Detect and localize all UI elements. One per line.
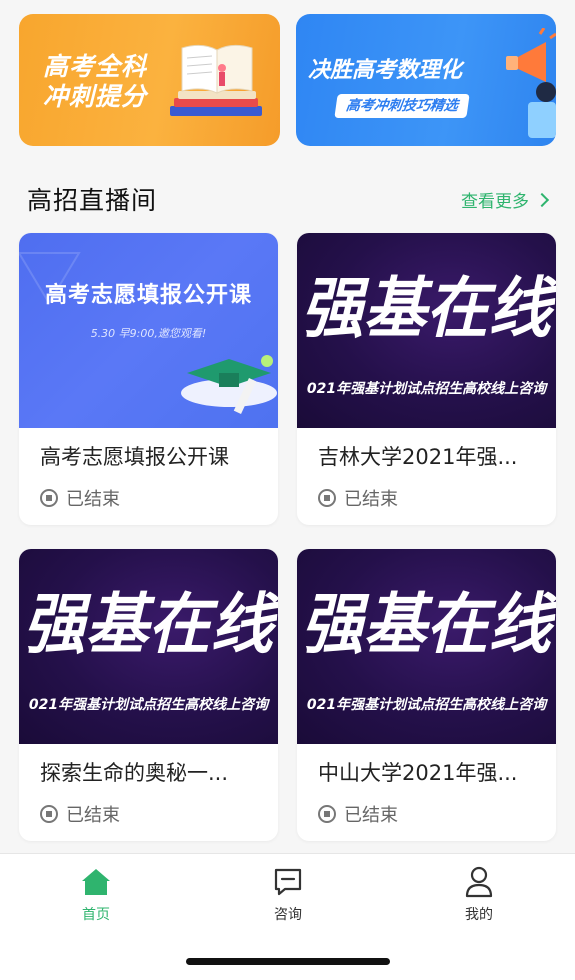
svg-text:强基在线: 强基在线 — [301, 586, 556, 663]
card-thumbnail: 强基在线 021年强基计划试点招生高校线上咨询 — [297, 549, 556, 744]
banner-math-physics[interactable]: 决胜高考数理化 高考冲刺技巧精选 — [296, 14, 556, 146]
thumb-caption: 021年强基计划试点招生高校线上咨询 — [28, 697, 269, 713]
thumb-big-title: 强基在线 — [301, 586, 556, 663]
card-title: 高考志愿填报公开课 — [40, 445, 229, 469]
card-thumbnail: 高考志愿填报公开课 5.30 早9:00,邀您观看! — [19, 233, 278, 428]
thumb-note: 5.30 早9:00,邀您观看! — [90, 327, 207, 340]
tab-mine[interactable]: 我的 — [439, 866, 519, 924]
live-card[interactable]: 强基在线 021年强基计划试点招生高校线上咨询 探索生命的奥秘一... 已结束 — [19, 549, 278, 841]
card-thumbnail: 强基在线 021年强基计划试点招生高校线上咨询 — [19, 549, 278, 744]
thumb-big-title: 强基在线 — [23, 586, 278, 663]
view-more-link[interactable]: 查看更多 — [461, 187, 550, 212]
banner-orange-text: 高考全科 冲刺提分 — [43, 52, 148, 111]
view-more-label: 查看更多 — [461, 192, 529, 212]
thumb-big-title: 强基在线 — [301, 270, 556, 347]
card-thumbnail: 强基在线 021年强基计划试点招生高校线上咨询 — [297, 233, 556, 428]
book-illustration — [170, 44, 262, 116]
status-badge: 已结束 — [40, 801, 120, 827]
stop-icon — [40, 489, 58, 507]
thumb-caption: 021年强基计划试点招生高校线上咨询 — [306, 381, 547, 397]
thumb-title: 高考志愿填报公开课 — [44, 283, 252, 308]
banner-blue-title: 决胜高考数理化 — [308, 58, 463, 83]
stop-icon — [40, 805, 58, 823]
card-title: 探索生命的奥秘一... — [40, 761, 229, 785]
tab-label: 我的 — [465, 907, 493, 923]
stop-icon — [318, 805, 336, 823]
status-label: 已结束 — [66, 489, 120, 510]
tab-consult[interactable]: 咨询 — [248, 866, 328, 924]
user-icon — [465, 866, 493, 898]
status-badge: 已结束 — [318, 485, 398, 511]
status-badge: 已结束 — [318, 801, 398, 827]
banner-blue-subtitle: 高考冲刺技巧精选 — [334, 94, 470, 118]
svg-text:强基在线: 强基在线 — [23, 586, 278, 663]
thumb-caption: 021年强基计划试点招生高校线上咨询 — [306, 697, 547, 713]
section-title: 高招直播间 — [27, 186, 158, 215]
tab-label: 咨询 — [274, 907, 302, 923]
live-card[interactable]: 强基在线 021年强基计划试点招生高校线上咨询 中山大学2021年强... 已结… — [297, 549, 556, 841]
banner-all-subjects[interactable]: 高考全科 冲刺提分 — [19, 14, 280, 146]
live-card[interactable]: 强基在线 021年强基计划试点招生高校线上咨询 吉林大学2021年强... 已结… — [297, 233, 556, 525]
chevron-right-icon — [534, 192, 550, 207]
home-indicator — [186, 958, 390, 965]
tab-label: 首页 — [82, 907, 110, 923]
stop-icon — [318, 489, 336, 507]
megaphone-illustration — [506, 28, 556, 138]
svg-text:强基在线: 强基在线 — [301, 270, 556, 347]
status-badge: 已结束 — [40, 485, 120, 511]
live-card[interactable]: 高考志愿填报公开课 5.30 早9:00,邀您观看! 高考志愿填报公开课 已结束 — [19, 233, 278, 525]
card-title: 中山大学2021年强... — [318, 761, 518, 785]
status-label: 已结束 — [344, 489, 398, 510]
status-label: 已结束 — [344, 805, 398, 826]
status-label: 已结束 — [66, 805, 120, 826]
home-icon — [82, 869, 110, 895]
tab-home[interactable]: 首页 — [56, 866, 136, 924]
message-icon — [274, 868, 302, 896]
card-title: 吉林大学2021年强... — [318, 445, 518, 469]
